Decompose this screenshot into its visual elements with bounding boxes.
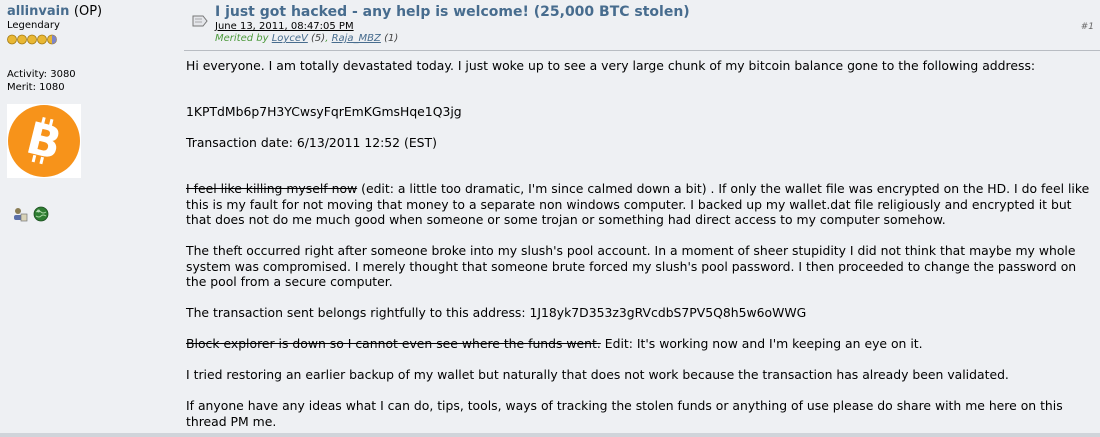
merit-stat: Merit: 1080 <box>7 82 65 93</box>
merit-giver-link[interactable]: LoyceV <box>272 33 308 44</box>
transaction-date: Transaction date: 6/13/2011 12:52 (EST) <box>186 135 437 150</box>
topic-icon <box>192 15 208 27</box>
profile-icon[interactable] <box>12 206 28 222</box>
post-paragraph: Block explorer is down so I cannot even … <box>186 336 1096 352</box>
poster-rank: Legendary <box>7 20 60 31</box>
paragraph-text: Edit: It's working now and I'm keeping a… <box>600 336 923 351</box>
rank-coins-icon <box>7 34 57 45</box>
struck-text: I feel like killing myself now <box>186 181 358 196</box>
merit-count: (5) <box>311 33 326 44</box>
post-paragraph: The theft occurred right after someone b… <box>186 243 1077 289</box>
struck-text: Block explorer is down so I cannot even … <box>186 336 601 351</box>
post-paragraph: If anyone have any ideas what I can do, … <box>186 398 1063 429</box>
post-number[interactable]: #1 <box>1081 22 1094 32</box>
merit-count: (1) <box>384 33 399 44</box>
post-paragraph: The transaction sent belongs rightfully … <box>186 305 807 320</box>
post-paragraph: Hi everyone. I am totally devastated tod… <box>186 58 1036 73</box>
merit-giver-link[interactable]: Raja_MBZ <box>332 33 381 44</box>
post-paragraph: I feel like killing myself now (edit: a … <box>186 181 1096 228</box>
forum-post: I just got hacked - any help is welcome!… <box>184 0 1100 437</box>
merited-by-label: Merited by <box>215 33 269 44</box>
post-date[interactable]: June 13, 2011, 08:47:05 PM <box>215 21 354 32</box>
bitcoin-logo-icon: B <box>7 104 81 178</box>
globe-icon[interactable] <box>33 206 49 222</box>
post-bottom-border <box>0 433 1100 437</box>
profile-icons <box>12 203 49 222</box>
poster-username: allinvain (OP) <box>7 4 102 19</box>
bitcoin-address: 1KPTdMb6p7H3YCwsyFqrEmKGmsHqe1Q3jg <box>186 104 462 119</box>
poster-sidebar: allinvain (OP) Legendary Activity: 3080 … <box>0 0 172 437</box>
username-link[interactable]: allinvain <box>7 4 69 19</box>
post-paragraph: I tried restoring an earlier backup of m… <box>186 367 1009 382</box>
post-divider <box>184 50 1100 51</box>
post-subject-link[interactable]: I just got hacked - any help is welcome!… <box>215 4 690 20</box>
op-tag: (OP) <box>73 4 103 19</box>
merited-by-line: Merited by LoyceV (5), Raja_MBZ (1) <box>215 33 399 44</box>
activity-stat: Activity: 3080 <box>7 69 76 80</box>
